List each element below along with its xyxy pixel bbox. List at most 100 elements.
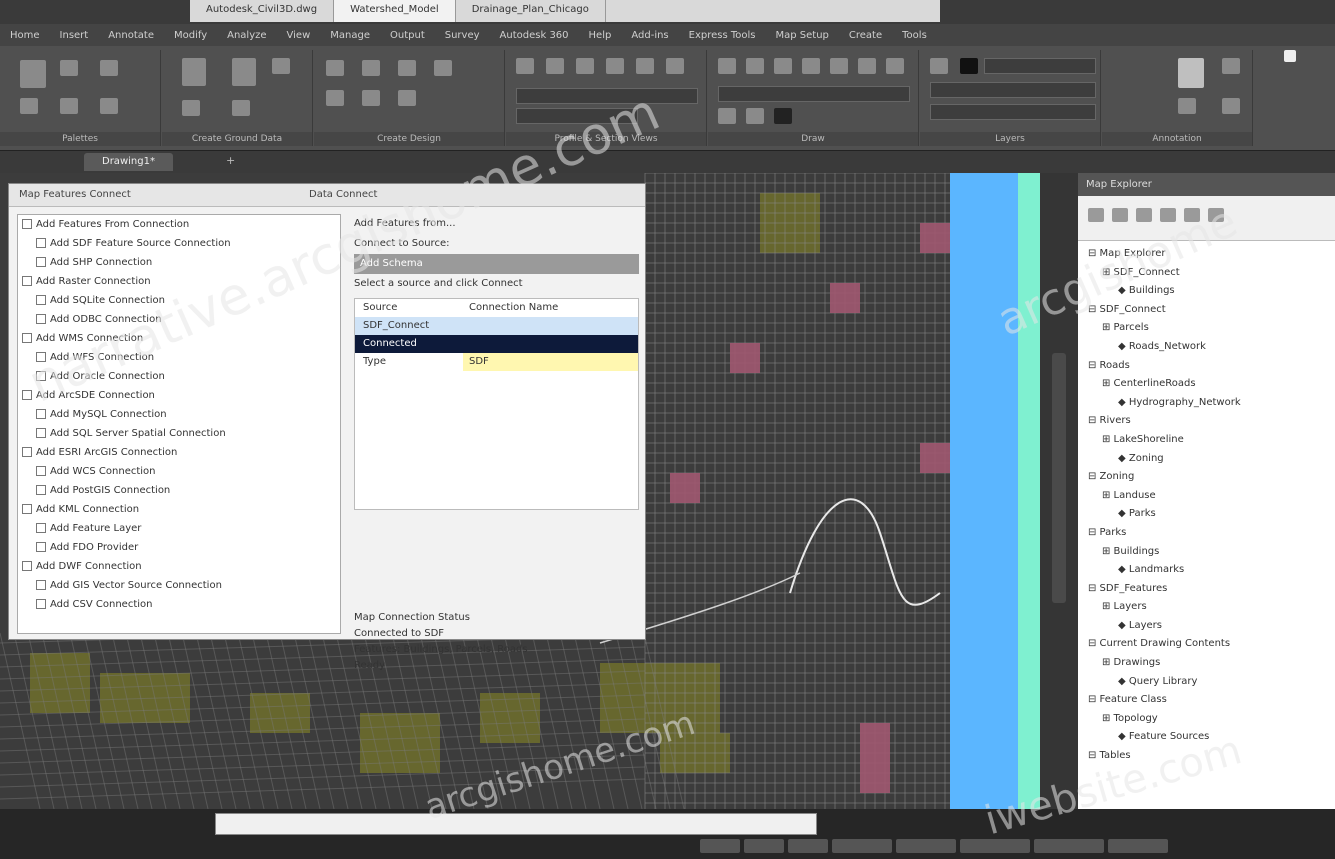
menu-insert[interactable]: Insert bbox=[50, 30, 99, 41]
layer-state-dropdown[interactable] bbox=[930, 82, 1096, 98]
palette-tree-item[interactable]: ⊟ SDF_Features bbox=[1084, 580, 1335, 599]
scroll-thumb[interactable] bbox=[1052, 353, 1066, 603]
tree-item[interactable]: Add SDF Feature Source Connection bbox=[18, 234, 340, 253]
arc-icon[interactable] bbox=[802, 58, 820, 74]
circle-icon[interactable] bbox=[774, 58, 792, 74]
menu-annotate[interactable]: Annotate bbox=[98, 30, 164, 41]
expand-icon[interactable] bbox=[36, 485, 46, 495]
snap-toggle[interactable] bbox=[700, 839, 740, 853]
tree-item[interactable]: Add WMS Connection bbox=[18, 329, 340, 348]
expand-icon[interactable] bbox=[36, 314, 46, 324]
grid-icon[interactable] bbox=[20, 98, 38, 114]
menu-addins[interactable]: Add-ins bbox=[621, 30, 678, 41]
table-row-selected[interactable]: Connected bbox=[355, 335, 638, 353]
palette-tree-item[interactable]: ⊞ Parcels bbox=[1084, 319, 1335, 338]
tree-item[interactable]: Add CSV Connection bbox=[18, 595, 340, 614]
expand-icon[interactable] bbox=[36, 428, 46, 438]
tree-item[interactable]: Add DWF Connection bbox=[18, 557, 340, 576]
sheet-icon[interactable] bbox=[666, 58, 684, 74]
layer-color-icon[interactable] bbox=[960, 58, 978, 74]
palette-header[interactable]: Map Explorer bbox=[1078, 173, 1335, 196]
hatch-icon[interactable] bbox=[858, 58, 876, 74]
dimension-icon[interactable] bbox=[1222, 58, 1240, 74]
expand-icon[interactable] bbox=[22, 504, 32, 514]
refresh-icon[interactable] bbox=[1088, 208, 1104, 222]
tree-item[interactable]: Add ESRI ArcGIS Connection bbox=[18, 443, 340, 462]
expand-icon[interactable] bbox=[22, 333, 32, 343]
palette-tree-item[interactable]: ⊟ Feature Class bbox=[1084, 691, 1335, 710]
tree-item[interactable]: Add ODBC Connection bbox=[18, 310, 340, 329]
palette-tree[interactable]: ⊟ Map Explorer ⊞ SDF_Connect ◆ Buildings ⊟ … bbox=[1078, 241, 1335, 766]
view-icon[interactable] bbox=[576, 58, 594, 74]
tree-item[interactable]: Add Features From Connection bbox=[18, 215, 340, 234]
profile-icon[interactable] bbox=[362, 60, 380, 76]
palette-tree-item[interactable]: ◆ Roads_Network bbox=[1084, 338, 1335, 357]
doc-tab-1[interactable]: Autodesk_Civil3D.dwg bbox=[190, 0, 335, 22]
grid-toggle[interactable] bbox=[744, 839, 784, 853]
palette-tree-item[interactable]: ⊟ Zoning bbox=[1084, 468, 1335, 487]
data-icon[interactable] bbox=[1136, 208, 1152, 222]
expand-icon[interactable] bbox=[36, 238, 46, 248]
palette-tree-item[interactable]: ⊟ Current Drawing Contents bbox=[1084, 635, 1335, 654]
tree-item[interactable]: Add PostGIS Connection bbox=[18, 481, 340, 500]
palette-tree-item[interactable]: ◆ Zoning bbox=[1084, 450, 1335, 469]
table-row[interactable]: SDF_Connect bbox=[355, 317, 638, 335]
table-icon[interactable] bbox=[1222, 98, 1240, 114]
view-style-dropdown[interactable] bbox=[516, 88, 698, 104]
table-row[interactable]: Type SDF bbox=[355, 353, 638, 371]
menu-tools[interactable]: Tools bbox=[892, 30, 937, 41]
expand-icon[interactable] bbox=[36, 599, 46, 609]
expand-icon[interactable] bbox=[36, 466, 46, 476]
settings-icon[interactable] bbox=[100, 98, 118, 114]
expand-icon[interactable] bbox=[36, 371, 46, 381]
view-scale-dropdown[interactable] bbox=[516, 108, 638, 124]
vertical-scrollbar[interactable] bbox=[1040, 173, 1078, 809]
palette-tree-item[interactable]: ⊞ Buildings bbox=[1084, 543, 1335, 562]
palette-tree-item[interactable]: ⊞ LakeShoreline bbox=[1084, 431, 1335, 450]
tree-item[interactable]: Add KML Connection bbox=[18, 500, 340, 519]
ortho-toggle[interactable] bbox=[788, 839, 828, 853]
palette-icon[interactable] bbox=[60, 60, 78, 76]
expand-icon[interactable] bbox=[36, 295, 46, 305]
palette-tree-item[interactable]: ⊞ CenterlineRoads bbox=[1084, 375, 1335, 394]
palette-tree-item[interactable]: ⊟ Tables bbox=[1084, 747, 1335, 766]
section-icon[interactable] bbox=[516, 58, 534, 74]
menu-view[interactable]: View bbox=[277, 30, 321, 41]
color-swatch-icon[interactable] bbox=[774, 108, 792, 124]
menu-modify[interactable]: Modify bbox=[164, 30, 217, 41]
palette-tree-item[interactable]: ⊞ SDF_Connect bbox=[1084, 264, 1335, 283]
surface-icon[interactable] bbox=[182, 58, 206, 86]
palette-tree-item[interactable]: ⊟ Rivers bbox=[1084, 412, 1335, 431]
menu-survey[interactable]: Survey bbox=[435, 30, 490, 41]
expand-icon[interactable] bbox=[22, 276, 32, 286]
palette-tree-item[interactable]: ⊞ Topology bbox=[1084, 710, 1335, 729]
tree-item[interactable]: Add ArcSDE Connection bbox=[18, 386, 340, 405]
sample-line-icon[interactable] bbox=[546, 58, 564, 74]
workspace-switch[interactable] bbox=[1034, 839, 1104, 853]
schema-bar[interactable]: Add Schema bbox=[354, 254, 639, 274]
text-icon[interactable] bbox=[886, 58, 904, 74]
tool-icon[interactable] bbox=[20, 60, 46, 88]
tree-item[interactable]: Add SQLite Connection bbox=[18, 291, 340, 310]
tree-item[interactable]: Add Feature Layer bbox=[18, 519, 340, 538]
palette-tree-item[interactable]: ⊟ Parks bbox=[1084, 524, 1335, 543]
layer-properties-icon[interactable] bbox=[930, 58, 948, 74]
file-tab[interactable]: Drawing1* bbox=[84, 153, 173, 171]
palette-tree-item[interactable]: ⊞ Landuse bbox=[1084, 487, 1335, 506]
palette-tree-item[interactable]: ◆ Query Library bbox=[1084, 673, 1335, 692]
menu-autodesk360[interactable]: Autodesk 360 bbox=[490, 30, 579, 41]
expand-icon[interactable] bbox=[36, 580, 46, 590]
menu-manage[interactable]: Manage bbox=[320, 30, 380, 41]
points-icon[interactable] bbox=[232, 58, 256, 86]
properties-icon[interactable] bbox=[60, 98, 78, 114]
menu-output[interactable]: Output bbox=[380, 30, 435, 41]
alignment-icon[interactable] bbox=[326, 60, 344, 76]
copy-icon[interactable] bbox=[746, 108, 764, 124]
osnap-toggle[interactable] bbox=[896, 839, 956, 853]
menu-help[interactable]: Help bbox=[579, 30, 622, 41]
doc-tab-3[interactable]: Drainage_Plan_Chicago bbox=[456, 0, 606, 22]
tree-item[interactable]: Add MySQL Connection bbox=[18, 405, 340, 424]
lock-icon[interactable] bbox=[1178, 58, 1204, 88]
tree-item[interactable]: Add Raster Connection bbox=[18, 272, 340, 291]
rectangle-icon[interactable] bbox=[830, 58, 848, 74]
